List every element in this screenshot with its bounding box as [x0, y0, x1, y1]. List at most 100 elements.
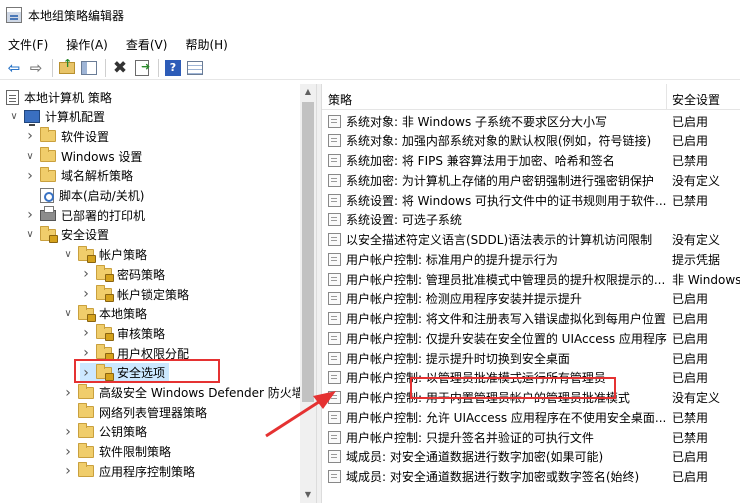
chevron-right-icon[interactable]: › [80, 365, 92, 381]
policy-row[interactable]: 用户帐户控制: 仅提升安装在安全位置的 UIAccess 应用程序 已启用 [322, 328, 740, 348]
title-bar: 本地组策略编辑器 [0, 0, 740, 30]
forward-button[interactable]: ⇨ [26, 58, 46, 78]
help-button[interactable]: ? [163, 58, 183, 78]
column-header-security-setting[interactable]: 安全设置 [672, 91, 720, 108]
scroll-down-arrow-icon[interactable]: ▼ [300, 487, 316, 503]
policy-row[interactable]: 系统设置: 可选子系统 [322, 210, 740, 230]
tree-item[interactable]: › 应用程序控制策略 [62, 461, 195, 481]
policy-name: 用户帐户控制: 检测应用程序安装并提示提升 [346, 292, 582, 307]
policy-row[interactable]: 用户帐户控制: 用于内置管理员帐户的管理员批准模式 没有定义 [322, 388, 740, 408]
printer-icon [40, 205, 56, 221]
policy-setting-value: 已启用 [672, 351, 709, 366]
tree-item[interactable]: ∨ 本地策略 [62, 304, 147, 324]
policy-setting-value: 已禁用 [672, 193, 709, 208]
back-button[interactable]: ⇦ [4, 58, 24, 78]
menu-file[interactable]: 文件(F) [6, 35, 50, 54]
tree-item[interactable]: 本地计算机 策略 [6, 87, 112, 107]
policy-row[interactable]: 用户帐户控制: 将文件和注册表写入错误虚拟化到每用户位置 已启用 [322, 309, 740, 329]
chevron-right-icon[interactable]: › [24, 168, 36, 184]
delete-button[interactable]: ✖ [110, 58, 130, 78]
tree-item[interactable]: › 密码策略 [80, 264, 165, 284]
menu-view[interactable]: 查看(V) [124, 35, 170, 54]
tree-item[interactable]: › 软件设置 [24, 126, 109, 146]
policy-name: 系统对象: 非 Windows 子系统不要求区分大小写 [346, 114, 608, 129]
export-list-button[interactable] [132, 58, 152, 78]
scroll-up-arrow-icon[interactable]: ▲ [300, 84, 316, 100]
tree-item[interactable]: › 域名解析策略 [24, 166, 133, 186]
tree-item[interactable]: › 用户权限分配 [80, 343, 189, 363]
up-folder-button[interactable] [57, 57, 77, 78]
tree-item[interactable]: ∨ 帐户策略 [62, 245, 147, 265]
tree-item[interactable]: › 高级安全 Windows Defender 防火墙 [62, 383, 304, 403]
tree-item-label: 已部署的打印机 [61, 208, 146, 223]
menu-help[interactable]: 帮助(H) [183, 35, 229, 54]
chevron-right-icon[interactable]: › [80, 266, 92, 282]
policy-name: 用户帐户控制: 管理员批准模式中管理员的提升权限提示的... [346, 272, 666, 287]
security-folder-icon [78, 245, 96, 263]
policy-row[interactable]: 系统对象: 加强内部系统对象的默认权限(例如，符号链接) 已启用 [322, 131, 740, 151]
tree-item[interactable]: › 安全选项 [80, 362, 170, 383]
tree-item[interactable]: ∨ Windows 设置 [24, 146, 142, 166]
policy-row[interactable]: 系统设置: 将 Windows 可执行文件中的证书规则用于软件... 已禁用 [322, 190, 740, 210]
chevron-down-icon[interactable]: ∨ [62, 308, 74, 319]
policy-row[interactable]: 以安全描述符定义语言(SDDL)语法表示的计算机访问限制 没有定义 [322, 230, 740, 250]
chevron-right-icon[interactable]: › [62, 463, 74, 479]
policy-row[interactable]: 用户帐户控制: 管理员批准模式中管理员的提升权限提示的... 非 Windows [322, 269, 740, 289]
tree-item-label: 密码策略 [117, 267, 166, 282]
tree-item[interactable]: › 帐户锁定策略 [80, 284, 189, 304]
policy-row[interactable]: 用户帐户控制: 以管理员批准模式运行所有管理员 已启用 [322, 368, 740, 388]
chevron-down-icon[interactable]: ∨ [8, 111, 20, 122]
policy-setting-value: 已禁用 [672, 430, 709, 445]
policy-row[interactable]: 系统加密: 将 FIPS 兼容算法用于加密、哈希和签名 已禁用 [322, 151, 740, 171]
tree-item[interactable]: › 公钥策略 [62, 422, 147, 442]
column-header-policy[interactable]: 策略 [328, 91, 352, 108]
policy-setting-value: 提示凭据 [672, 252, 721, 267]
tree-item[interactable]: › 审核策略 [80, 323, 165, 343]
chevron-down-icon[interactable]: ∨ [62, 249, 74, 260]
policy-row[interactable]: 用户帐户控制: 提示提升时切换到安全桌面 已启用 [322, 348, 740, 368]
chevron-right-icon[interactable]: › [62, 444, 74, 460]
security-folder-icon [96, 285, 114, 302]
tree-item[interactable]: › 软件限制策略 [62, 442, 171, 462]
chevron-right-icon[interactable]: › [62, 424, 74, 440]
policy-row[interactable]: 域成员: 对安全通道数据进行数字加密或数字签名(始终) 已启用 [322, 467, 740, 487]
up-folder-icon [59, 57, 75, 74]
chevron-right-icon[interactable]: › [24, 207, 36, 223]
tree-item-label: 公钥策略 [99, 425, 148, 440]
folder-icon [78, 442, 94, 458]
properties-button[interactable] [185, 58, 205, 78]
policy-row[interactable]: 系统对象: 非 Windows 子系统不要求区分大小写 已启用 [322, 111, 740, 131]
window-title: 本地组策略编辑器 [28, 8, 125, 23]
tree-item[interactable]: › 已部署的打印机 [24, 205, 145, 225]
chevron-down-icon[interactable]: ∨ [24, 229, 36, 240]
column-divider[interactable] [666, 84, 667, 110]
chevron-right-icon[interactable]: › [80, 325, 92, 341]
menu-action[interactable]: 操作(A) [64, 35, 110, 54]
chevron-right-icon[interactable]: › [80, 286, 92, 302]
folder-icon [40, 127, 56, 143]
security-folder-icon [96, 265, 114, 283]
chevron-right-icon[interactable]: › [62, 385, 74, 401]
policy-row[interactable]: 用户帐户控制: 标准用户的提升提示行为 提示凭据 [322, 249, 740, 269]
tree-item[interactable]: ∨ 安全设置 [24, 225, 109, 245]
policy-row[interactable]: 系统加密: 为计算机上存储的用户密钥强制进行强密钥保护 没有定义 [322, 170, 740, 190]
policy-row[interactable]: 用户帐户控制: 只提升签名并验证的可执行文件 已禁用 [322, 427, 740, 447]
policy-setting-value: 已禁用 [672, 154, 709, 168]
toolbar-separator [158, 58, 159, 77]
scrollbar-thumb[interactable] [302, 102, 314, 402]
chevron-right-icon[interactable]: › [24, 128, 36, 144]
chevron-down-icon[interactable]: ∨ [24, 151, 36, 162]
policy-row[interactable]: 域成员: 对安全通道数据进行数字加密(如果可能) 已启用 [322, 447, 740, 467]
policy-setting-icon [328, 371, 341, 385]
show-hide-tree-button[interactable] [79, 58, 99, 78]
tree-item[interactable]: 脚本(启动/关机) [24, 186, 144, 206]
policy-row[interactable]: 用户帐户控制: 检测应用程序安装并提示提升 已启用 [322, 289, 740, 309]
policy-document-icon [6, 89, 19, 105]
tree-item[interactable]: ∨ 计算机配置 [8, 107, 105, 127]
policy-row[interactable]: 用户帐户控制: 允许 UIAccess 应用程序在不使用安全桌面... 已禁用 [322, 407, 740, 427]
tree-item[interactable]: 网络列表管理器策略 [62, 402, 207, 422]
policy-setting-icon [328, 351, 341, 365]
tree-scrollbar[interactable]: ▲ ▼ [300, 84, 316, 503]
policy-name: 用户帐户控制: 提示提升时切换到安全桌面 [346, 351, 570, 366]
chevron-right-icon[interactable]: › [80, 345, 92, 361]
